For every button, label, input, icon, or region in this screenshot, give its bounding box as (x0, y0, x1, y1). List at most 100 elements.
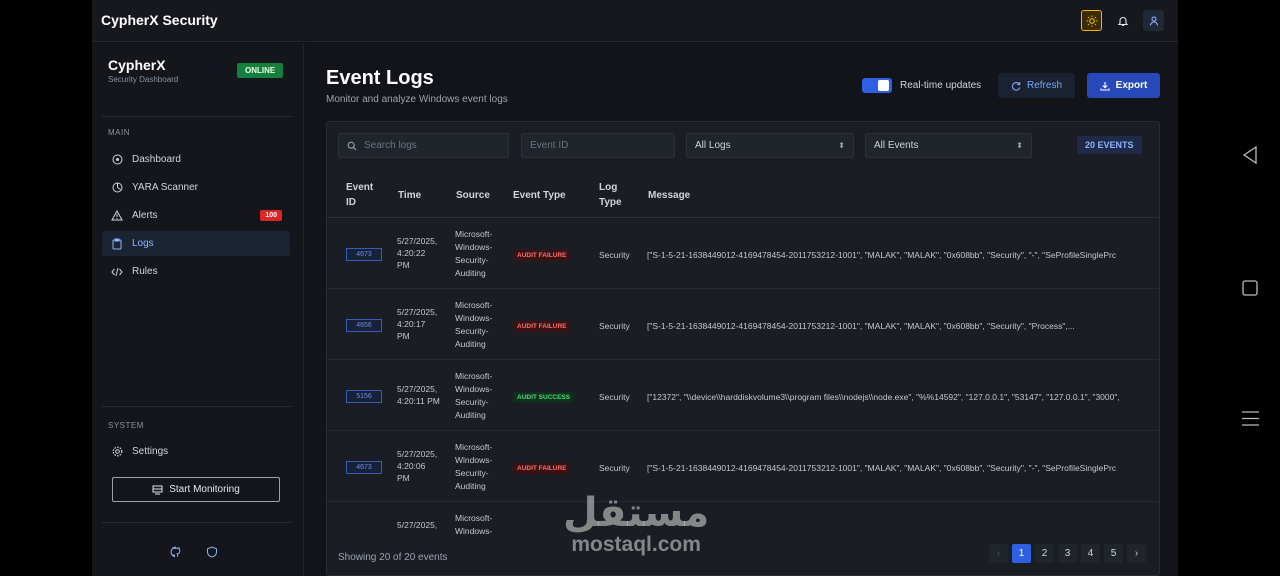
column-header-event-type[interactable]: Event Type (513, 188, 566, 203)
page-button-2[interactable]: 2 (1035, 544, 1054, 563)
column-header-log-type[interactable]: Log Type (599, 180, 622, 210)
user-menu-button[interactable] (1143, 10, 1164, 31)
refresh-label: Refresh (1026, 80, 1062, 91)
prev-page-button[interactable]: ‹ (989, 544, 1008, 563)
source-cell: Microsoft- Windows- Security- Auditing (455, 441, 505, 493)
source-text: Microsoft- (455, 442, 493, 452)
message-cell: ["S-1-5-21-1638449012-4169478454-2011753… (647, 463, 1117, 473)
time-text: 4:20:22 (397, 248, 426, 258)
toggle-knob (878, 80, 889, 91)
event-id-badge[interactable]: 5156 (346, 390, 382, 403)
event-logs-panel: Search logs Event ID All Logs ⬍ All Even… (326, 121, 1160, 576)
code-icon (110, 265, 124, 279)
column-header-source[interactable]: Source (456, 188, 490, 203)
watermark-latin: mostaql.com (571, 533, 701, 556)
table-row[interactable]: 4656 5/27/2025, 4:20:17 PM Microsoft- Windo… (327, 290, 1159, 360)
start-monitoring-button[interactable]: Start Monitoring (112, 477, 280, 502)
source-text: Windows- (455, 242, 493, 252)
source-text: Auditing (455, 268, 486, 278)
sidebar-item-rules[interactable]: Rules (102, 259, 290, 284)
alerts-count-badge: 100 (260, 210, 282, 221)
watermark-arabic: مستقل (563, 490, 710, 536)
notifications-button[interactable] (1112, 10, 1133, 31)
header-text: ID (346, 197, 356, 208)
page-button-1[interactable]: 1 (1012, 544, 1031, 563)
time-text: 5/27/2025, (397, 449, 438, 459)
sidebar: CypherX Security Dashboard ONLINE MAIN D… (92, 43, 304, 576)
sidebar-footer-icons (170, 546, 218, 558)
time-text: 5/27/2025, (397, 384, 438, 394)
app-title: CypherX Security (101, 12, 218, 28)
message-cell: ["12372", "\\device\\harddiskvolume3\\pr… (647, 392, 1120, 402)
time-text: PM (397, 260, 410, 270)
time-text: PM (397, 331, 410, 341)
sidebar-item-label: Settings (132, 446, 169, 457)
event-id-input[interactable]: Event ID (521, 133, 675, 158)
sidebar-item-dashboard[interactable]: Dashboard (102, 147, 290, 172)
github-icon[interactable] (170, 546, 182, 558)
clipboard-icon (110, 237, 124, 251)
table-row[interactable]: 5156 5/27/2025, 4:20:11 PM Microsoft- Wind… (327, 361, 1159, 431)
sidebar-item-label: Dashboard (132, 154, 181, 165)
sidebar-item-settings[interactable]: Settings (102, 439, 290, 464)
theme-toggle-button[interactable] (1081, 10, 1102, 31)
user-icon (1149, 15, 1158, 26)
divider (102, 406, 292, 407)
back-icon[interactable] (1242, 146, 1258, 164)
page-button-4[interactable]: 4 (1081, 544, 1100, 563)
table-footer: Showing 20 of 20 events ‹ 1 2 3 4 5 › (327, 540, 1159, 575)
table-row[interactable]: 4673 5/27/2025, 4:20:06 PM Microsoft- Windo… (327, 432, 1159, 502)
time-text: 5/27/2025, (397, 236, 438, 246)
event-type-select[interactable]: All Events ⬍ (865, 133, 1032, 158)
log-type-cell: Security (599, 250, 630, 260)
event-id-badge[interactable]: 4673 (346, 248, 382, 261)
source-text: Security- (455, 326, 489, 336)
realtime-toggle[interactable] (862, 78, 892, 93)
source-text: Windows- (455, 455, 493, 465)
log-type-cell: Security (599, 463, 630, 473)
sidebar-item-yara-scanner[interactable]: YARA Scanner (102, 175, 290, 200)
dashboard-icon (110, 153, 124, 167)
source-text: Security- (455, 468, 489, 478)
export-button[interactable]: Export (1087, 73, 1160, 98)
source-text: Security- (455, 397, 489, 407)
page-subtitle: Monitor and analyze Windows event logs (326, 94, 508, 105)
sidebar-item-logs[interactable]: Logs (102, 231, 290, 256)
warning-icon (110, 209, 124, 223)
time-cell: 5/27/2025, 4:20:11 PM (397, 383, 449, 407)
sun-icon (1086, 15, 1097, 26)
source-cell: Microsoft- Windows- Security- Auditing (455, 370, 505, 422)
source-text: Microsoft- (455, 371, 493, 381)
next-page-button[interactable]: › (1127, 544, 1146, 563)
column-header-message[interactable]: Message (648, 188, 690, 203)
event-id-badge[interactable]: 4673 (346, 461, 382, 474)
time-cell: 5/27/2025, 4:20:06 PM (397, 448, 449, 484)
event-id-badge[interactable]: 4656 (346, 319, 382, 332)
table-row[interactable]: 4673 5/27/2025, 4:20:22 PM Microsoft- Windo… (327, 219, 1159, 289)
column-header-event-id[interactable]: Event ID (346, 180, 373, 210)
recents-menu-icon[interactable] (1242, 410, 1259, 427)
header-text: Type (599, 197, 622, 208)
divider (102, 522, 292, 523)
brand-name: CypherX (108, 57, 166, 73)
sidebar-item-label: Alerts (132, 210, 158, 221)
refresh-button[interactable]: Refresh (998, 73, 1075, 98)
page-button-3[interactable]: 3 (1058, 544, 1077, 563)
log-type-select[interactable]: All Logs ⬍ (686, 133, 854, 158)
page-title: Event Logs (326, 67, 434, 89)
home-icon[interactable] (1242, 280, 1258, 296)
message-cell: ["S-1-5-21-1638449012-4169478454-2011753… (647, 250, 1117, 260)
sidebar-item-label: Rules (132, 266, 158, 277)
sidebar-item-alerts[interactable]: Alerts 100 (102, 203, 290, 228)
source-cell: Microsoft- Windows- Security- Auditing (455, 299, 505, 351)
table-header: Event ID Time Source Event Type Log Type M… (327, 174, 1159, 218)
shield-icon[interactable] (206, 546, 218, 558)
realtime-label: Real-time updates (900, 80, 982, 91)
column-header-time[interactable]: Time (398, 188, 421, 203)
page-button-5[interactable]: 5 (1104, 544, 1123, 563)
event-id-placeholder: Event ID (530, 140, 569, 151)
brand-subtitle: Security Dashboard (108, 75, 179, 84)
search-input[interactable]: Search logs (338, 133, 509, 158)
source-text: Windows- (455, 526, 493, 536)
pagination: ‹ 1 2 3 4 5 › (989, 544, 1146, 563)
